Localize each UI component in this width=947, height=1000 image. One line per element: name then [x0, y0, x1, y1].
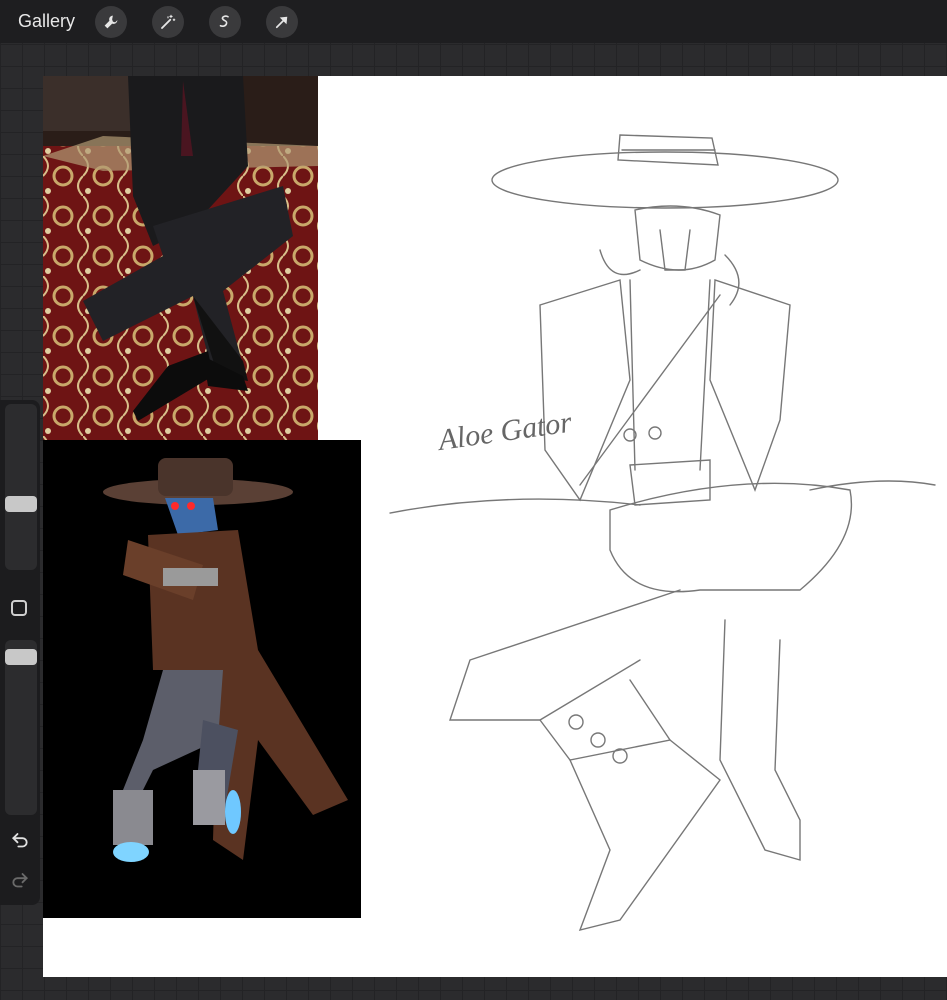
undo-icon [12, 833, 28, 848]
top-toolbar: Gallery [0, 0, 947, 43]
selection-icon [219, 14, 229, 27]
adjustments-button[interactable] [152, 5, 185, 38]
brush-size-thumb[interactable] [5, 496, 37, 512]
gallery-button[interactable]: Gallery [18, 11, 75, 32]
redo-icon [12, 873, 28, 888]
brush-size-slider[interactable] [5, 404, 37, 570]
sketch-signature: Aloe Gator [434, 406, 574, 458]
reference-image-character [43, 440, 361, 918]
selection-button[interactable] [209, 5, 242, 38]
undo-button[interactable] [9, 828, 31, 850]
redo-button[interactable] [9, 868, 31, 890]
opacity-thumb[interactable] [5, 649, 37, 665]
transform-button[interactable] [266, 5, 299, 38]
pencil-sketch: Aloe Gator [380, 120, 947, 950]
modify-square-icon[interactable] [11, 600, 27, 616]
actions-button[interactable] [95, 5, 128, 38]
side-toolbar [0, 400, 40, 905]
wrench-icon [104, 15, 118, 28]
magic-wand-icon [161, 14, 176, 29]
transform-arrow-icon [275, 16, 288, 28]
reference-image-suit [43, 76, 318, 440]
opacity-slider[interactable] [5, 640, 37, 815]
